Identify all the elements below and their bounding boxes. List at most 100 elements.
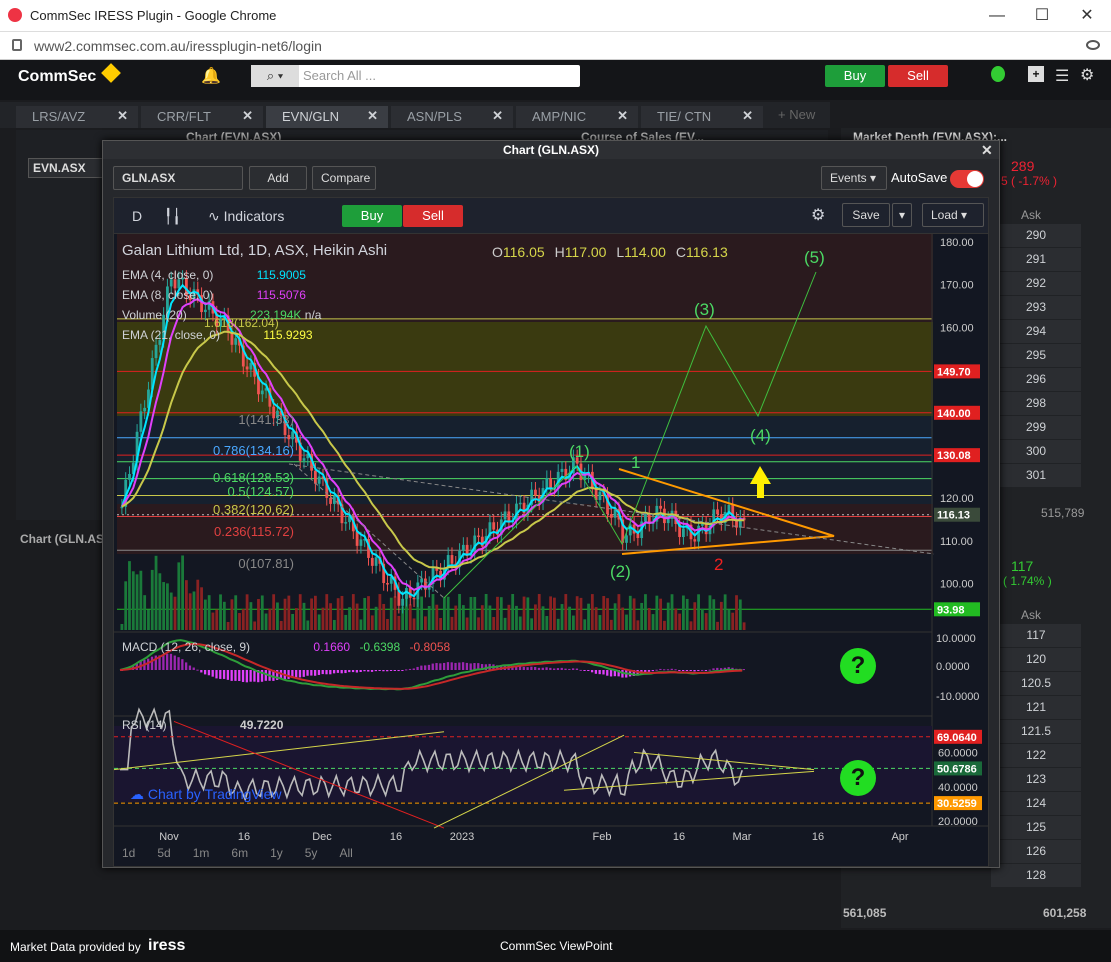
macd-histogram-bar	[587, 670, 590, 671]
candle-body	[534, 489, 537, 496]
tv-buy-button[interactable]: Buy	[342, 205, 402, 227]
dialog-title[interactable]: Chart (GLN.ASX)	[103, 141, 999, 159]
buy-button[interactable]: Buy	[825, 65, 885, 87]
ask-price[interactable]: 294	[991, 320, 1081, 343]
range-1d[interactable]: 1d	[122, 846, 135, 860]
new-tab-button[interactable]: + New	[778, 107, 815, 122]
ask-price[interactable]: 291	[991, 248, 1081, 271]
load-dropdown[interactable]: Load ▾	[922, 203, 984, 227]
address-bar[interactable]: www2.commsec.com.au/iressplugin-net6/log…	[0, 32, 1111, 60]
close-dialog-icon[interactable]: ✕	[981, 142, 993, 159]
ask-price[interactable]: 298	[991, 392, 1081, 415]
range-1y[interactable]: 1y	[270, 846, 283, 860]
range-5y[interactable]: 5y	[305, 846, 318, 860]
ask-price[interactable]: 296	[991, 368, 1081, 391]
ask-price[interactable]: 125	[991, 816, 1081, 839]
close-icon[interactable]: ✕	[242, 108, 253, 124]
tab-asn-pls[interactable]: ASN/PLS ✕	[391, 106, 513, 128]
volume-bar	[340, 595, 344, 630]
open-label: O	[492, 244, 503, 260]
add-button[interactable]: Add	[249, 166, 307, 190]
ask-price[interactable]: 290	[991, 224, 1081, 247]
macd-histogram-bar	[408, 668, 412, 670]
volume-bar	[439, 617, 442, 630]
volume-bar	[708, 595, 712, 630]
search-icon[interactable]: ⌕ ▾	[251, 65, 299, 87]
ask-price[interactable]: 293	[991, 296, 1081, 319]
ask-price[interactable]: 123	[991, 768, 1081, 791]
add-icon[interactable]: +	[1028, 66, 1044, 82]
ask-price[interactable]: 292	[991, 272, 1081, 295]
lightbulb-icon[interactable]	[991, 66, 1005, 82]
indicators-button[interactable]: ∿ Indicators	[208, 204, 284, 228]
ask-price[interactable]: 126	[991, 840, 1081, 863]
save-options-chevron-icon[interactable]: ▾	[892, 203, 912, 227]
search-input[interactable]: Search All ...	[303, 68, 376, 83]
ask-price[interactable]: 300	[991, 440, 1081, 463]
ask-price[interactable]: 299	[991, 416, 1081, 439]
save-button[interactable]: Save	[842, 203, 890, 227]
tab-lrs-avz[interactable]: LRS/AVZ ✕	[16, 106, 138, 128]
range-6m[interactable]: 6m	[231, 846, 248, 860]
sell-button[interactable]: Sell	[888, 65, 948, 87]
url-text[interactable]: www2.commsec.com.au/iressplugin-net6/log…	[34, 38, 322, 54]
ask-price[interactable]: 121.5	[991, 720, 1081, 743]
volume-bar	[389, 597, 393, 630]
volume-bar	[560, 604, 564, 630]
ask-price[interactable]: 120	[991, 648, 1081, 671]
macd-histogram-bar	[306, 670, 309, 676]
settings-icon[interactable]: ⚙	[811, 204, 825, 228]
macd-histogram-bar	[716, 667, 719, 670]
eye-icon[interactable]	[1086, 40, 1100, 50]
macd-histogram-bar	[363, 670, 366, 672]
volume-bar	[609, 619, 613, 630]
tab-label: ASN/PLS	[407, 109, 462, 124]
ask-price[interactable]: 120.5	[991, 672, 1081, 695]
volume-bar	[420, 596, 424, 630]
candle-type-icon[interactable]: ╿╽	[164, 204, 181, 228]
tab-crr-flt[interactable]: CRR/FLT ✕	[141, 106, 263, 128]
close-icon[interactable]: ✕	[117, 108, 128, 124]
minimize-button[interactable]: —	[974, 4, 1020, 28]
tab-amp-nic[interactable]: AMP/NIC ✕	[516, 106, 638, 128]
tv-sell-button[interactable]: Sell	[403, 205, 463, 227]
range-All[interactable]: All	[339, 846, 352, 860]
menu-icon[interactable]: ☰	[1055, 66, 1069, 86]
tab-evn-gln[interactable]: EVN/GLN ✕	[266, 106, 388, 128]
symbol-input[interactable]: GLN.ASX	[113, 166, 243, 190]
close-window-button[interactable]: ✕	[1064, 4, 1110, 28]
compare-button[interactable]: Compare	[312, 166, 376, 190]
ask-price[interactable]: 128	[991, 864, 1081, 887]
ask-price[interactable]: 124	[991, 792, 1081, 815]
ask-price[interactable]: 121	[991, 696, 1081, 719]
macd-histogram-bar	[549, 667, 552, 670]
macd-histogram-bar	[367, 670, 370, 672]
ask-price[interactable]: 117	[991, 624, 1081, 647]
volume-bar	[742, 622, 746, 630]
volume-bar	[636, 620, 640, 630]
close-icon[interactable]: ✕	[367, 108, 378, 124]
macd-histogram-bar	[458, 662, 461, 670]
evn-symbol-field[interactable]: EVN.ASX	[28, 158, 104, 178]
macd-histogram-bar	[442, 662, 446, 670]
range-5d[interactable]: 5d	[157, 846, 170, 860]
candle-body	[302, 458, 306, 461]
close-icon[interactable]: ✕	[742, 108, 753, 124]
close-icon[interactable]: ✕	[492, 108, 503, 124]
interval-button[interactable]: D	[132, 204, 142, 228]
range-1m[interactable]: 1m	[193, 846, 210, 860]
events-dropdown[interactable]: Events ▾	[821, 166, 887, 190]
macd-histogram-bar	[682, 670, 685, 671]
autosave-label: AutoSave	[891, 170, 948, 185]
ask-price[interactable]: 122	[991, 744, 1081, 767]
search-box[interactable]: ⌕ ▾ Search All ...	[251, 65, 580, 87]
volume-bar	[594, 607, 598, 630]
ask-price[interactable]: 301	[991, 464, 1081, 487]
gear-icon[interactable]: ⚙	[1080, 65, 1094, 85]
close-icon[interactable]: ✕	[617, 108, 628, 124]
ask-price[interactable]: 295	[991, 344, 1081, 367]
bell-icon[interactable]: 🔔	[201, 66, 221, 85]
autosave-toggle[interactable]	[950, 170, 984, 188]
tab-tie-ctn[interactable]: TIE/ CTN ✕	[641, 106, 763, 128]
maximize-button[interactable]: ☐	[1019, 4, 1065, 28]
